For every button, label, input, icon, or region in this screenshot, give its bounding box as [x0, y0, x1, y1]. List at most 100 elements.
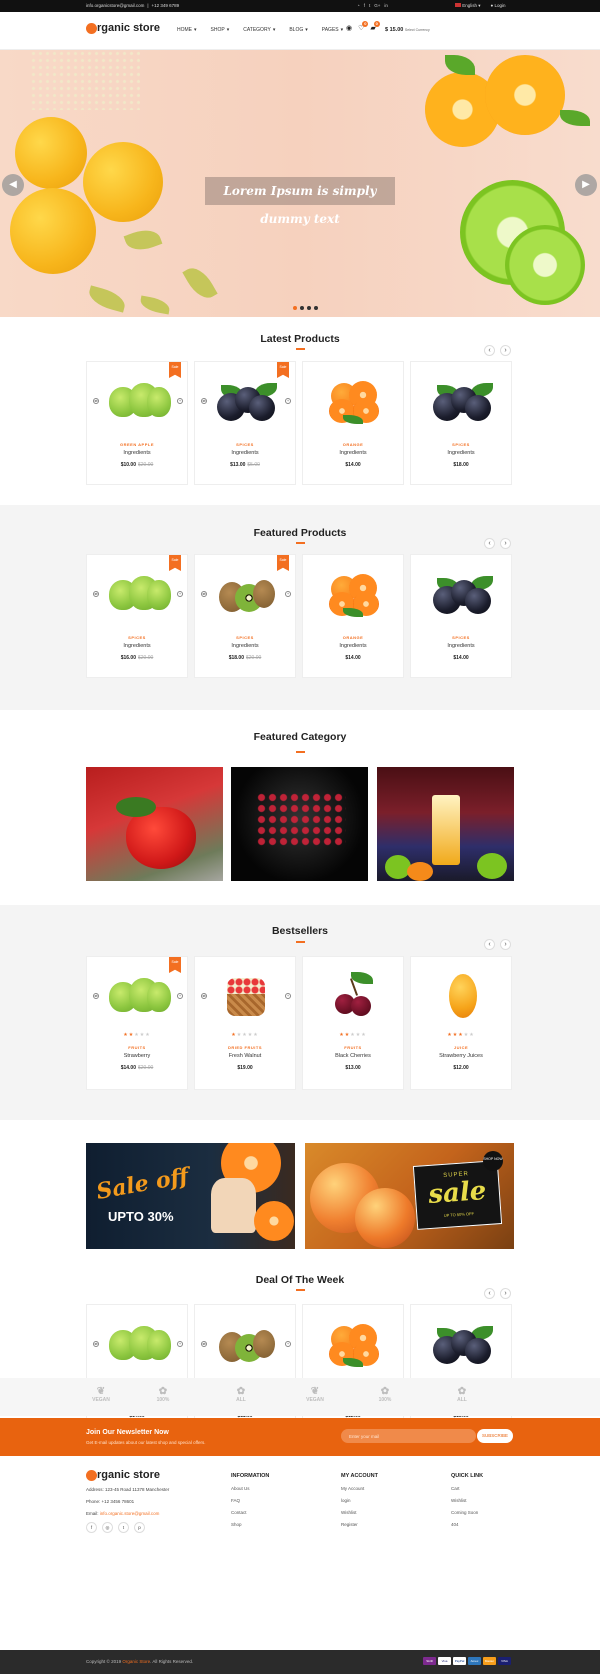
compare-icon[interactable]: ⇄	[93, 398, 99, 404]
apple-image[interactable]	[107, 1320, 171, 1368]
account-icon[interactable]: ◉	[346, 24, 352, 32]
category-cocktail-image[interactable]	[377, 767, 514, 881]
compare-icon[interactable]: ⇄	[93, 993, 99, 999]
latest-prev-arrow[interactable]: ‹	[484, 345, 495, 356]
quickview-icon[interactable]: +	[177, 591, 183, 597]
featured-next-arrow[interactable]: ›	[500, 538, 511, 549]
category-strawberry-image[interactable]	[86, 767, 223, 881]
product-name[interactable]: Ingredients	[303, 643, 403, 649]
kiwi-image[interactable]	[215, 1320, 277, 1368]
product-card[interactable]: ⇄ + ★★★★★ DRIED FRUITS Fresh Walnut $19.00	[194, 956, 296, 1090]
subscribe-button[interactable]: SUBSCRIBE	[477, 1429, 513, 1443]
slider-dot[interactable]	[314, 306, 318, 310]
hero-next-arrow[interactable]: ▶	[575, 174, 597, 196]
latest-next-arrow[interactable]: ›	[500, 345, 511, 356]
product-card[interactable]: Sale ⇄ + SPICES Ingredients $13.00 $5.00	[194, 361, 296, 485]
product-name[interactable]: Ingredients	[195, 450, 295, 456]
product-name[interactable]: Ingredients	[195, 643, 295, 649]
apple-image[interactable]	[107, 570, 171, 618]
linkedin-icon[interactable]: in	[384, 3, 388, 8]
compare-icon[interactable]: ⇄	[201, 993, 207, 999]
strawberrybasket-image[interactable]	[215, 972, 277, 1020]
apple-image[interactable]	[107, 972, 171, 1020]
rss-icon[interactable]: ◔	[357, 3, 360, 8]
product-card[interactable]: ORANGE Ingredients $14.00	[302, 554, 404, 678]
quickview-icon[interactable]: +	[177, 993, 183, 999]
logo[interactable]: rganic store	[86, 22, 160, 34]
category-berries-image[interactable]	[231, 767, 368, 881]
currency-select[interactable]: Select Currency	[405, 28, 430, 32]
google-plus-icon[interactable]: G+	[374, 3, 380, 8]
wishlist-icon[interactable]: ♡ 0	[358, 21, 369, 32]
nav-home[interactable]: HOME ▾	[177, 27, 197, 33]
product-name[interactable]: Ingredients	[303, 450, 403, 456]
copyright-brand-link[interactable]: Organic Store	[122, 1659, 150, 1664]
footer-logo[interactable]: rganic store	[86, 1469, 160, 1481]
product-name[interactable]: Ingredients	[87, 643, 187, 649]
nav-shop[interactable]: SHOP ▾	[211, 27, 230, 33]
sale-off-banner[interactable]: Sale off UPTO 30%	[86, 1143, 295, 1249]
featured-prev-arrow[interactable]: ‹	[484, 538, 495, 549]
slider-dot[interactable]	[300, 306, 304, 310]
product-card[interactable]: ORANGE Ingredients $14.00	[302, 361, 404, 485]
deal-prev-arrow[interactable]: ‹	[484, 1288, 495, 1299]
footer-link-faq[interactable]: FAQ	[231, 1498, 269, 1503]
footer-link-404[interactable]: 404	[451, 1522, 483, 1527]
quickview-icon[interactable]: +	[285, 398, 291, 404]
footer-link-login[interactable]: login	[341, 1498, 378, 1503]
plum-image[interactable]	[431, 570, 493, 618]
language-select[interactable]: English ▾	[455, 3, 481, 9]
compare-icon[interactable]: ⇄	[93, 591, 99, 597]
footer-link-cart[interactable]: Cart	[451, 1486, 483, 1491]
slider-dot[interactable]	[307, 306, 311, 310]
nav-category[interactable]: CATEGORY ▾	[243, 27, 275, 33]
product-card[interactable]: SPICES Ingredients $18.00	[410, 361, 512, 485]
product-name[interactable]: Fresh Walnut	[195, 1053, 295, 1059]
product-name[interactable]: Ingredients	[411, 450, 511, 456]
product-name[interactable]: Strawberry	[87, 1053, 187, 1059]
product-name[interactable]: Ingredients	[411, 643, 511, 649]
deal-next-arrow[interactable]: ›	[500, 1288, 511, 1299]
product-name[interactable]: Strawberry Juices	[411, 1053, 511, 1059]
product-card[interactable]: Sale ⇄ + SPICES Ingredients $18.00 $20.00	[194, 554, 296, 678]
plum-image[interactable]	[431, 1320, 493, 1368]
apple-image[interactable]	[107, 377, 171, 425]
orange-image[interactable]	[323, 1320, 385, 1368]
quickview-icon[interactable]: +	[177, 1341, 183, 1347]
footer-link-shop[interactable]: Shop	[231, 1522, 269, 1527]
newsletter-email-input[interactable]	[341, 1429, 476, 1443]
hero-prev-arrow[interactable]: ◀	[2, 174, 24, 196]
super-sale-banner[interactable]: SUPER sale UP TO 50% OFF SHOP NOW	[305, 1143, 514, 1249]
product-card[interactable]: SPICES Ingredients $14.00	[410, 554, 512, 678]
product-card[interactable]: ★★★★★ JUICE Strawberry Juices $12.00	[410, 956, 512, 1090]
quickview-icon[interactable]: +	[285, 993, 291, 999]
footer-link-register[interactable]: Register	[341, 1522, 378, 1527]
bestsellers-next-arrow[interactable]: ›	[500, 939, 511, 950]
product-card[interactable]: Sale ⇄ + ★★★★★ FRUITS Strawberry $14.00 $20.00	[86, 956, 188, 1090]
twitter-icon[interactable]: t	[118, 1522, 129, 1533]
login-link[interactable]: ● Login	[491, 3, 506, 9]
shop-now-button[interactable]: SHOP NOW	[483, 1151, 503, 1171]
instagram-icon[interactable]: ◎	[102, 1522, 113, 1533]
footer-link-wishlist[interactable]: Wishlist	[451, 1498, 483, 1503]
footer-link-wishlist[interactable]: Wishlist	[341, 1510, 378, 1515]
compare-icon[interactable]: ⇄	[201, 1341, 207, 1347]
footer-link-about[interactable]: About Us	[231, 1486, 269, 1491]
mango-image[interactable]	[431, 972, 493, 1020]
quickview-icon[interactable]: +	[177, 398, 183, 404]
orange-image[interactable]	[323, 570, 385, 618]
bestsellers-prev-arrow[interactable]: ‹	[484, 939, 495, 950]
compare-icon[interactable]: ⇄	[201, 591, 207, 597]
plum-image[interactable]	[431, 377, 493, 425]
compare-icon[interactable]: ⇄	[93, 1341, 99, 1347]
topbar-email[interactable]: info.organicstore@gmail.com	[86, 3, 144, 8]
orange-image[interactable]	[323, 377, 385, 425]
product-name[interactable]: Black Cherries	[303, 1053, 403, 1059]
product-card[interactable]: ★★★★★ FRUITS Black Cherries $13.00	[302, 956, 404, 1090]
twitter-icon[interactable]: t	[369, 3, 370, 8]
product-card[interactable]: Sale ⇄ + GREEN APPLE Ingredients $10.00 $20.00	[86, 361, 188, 485]
footer-link-coming-soon[interactable]: Coming Soon	[451, 1510, 483, 1515]
nav-pages[interactable]: PAGES ▾	[322, 27, 343, 33]
compare-icon[interactable]: ⇄	[201, 398, 207, 404]
plum-image[interactable]	[215, 377, 277, 425]
